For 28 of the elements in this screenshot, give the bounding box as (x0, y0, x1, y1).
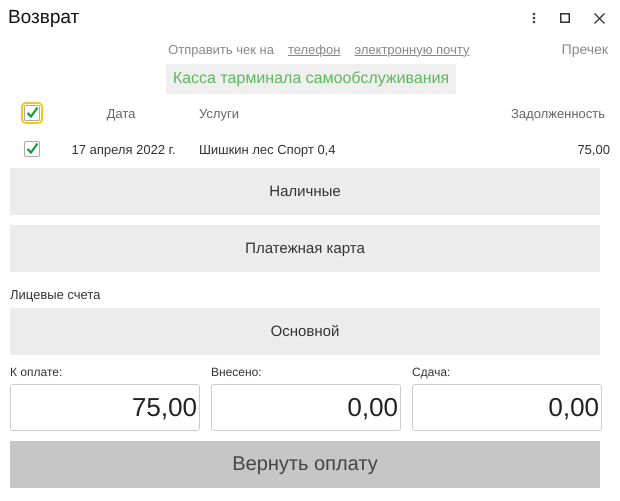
field-label: К оплате: (10, 364, 64, 381)
maximize-icon[interactable] (560, 13, 570, 23)
close-icon[interactable] (594, 12, 605, 24)
row-checkbox[interactable] (24, 141, 40, 157)
amount-field[interactable]: 0,00 (211, 384, 401, 431)
field-label: Сдача: (412, 364, 452, 381)
field-label: Внесено: (211, 364, 263, 381)
column-header: Услуги (198, 106, 240, 120)
payment-button[interactable]: Наличные (10, 168, 600, 215)
window-title: Возврат (8, 7, 80, 29)
more-icon[interactable] (532, 12, 536, 24)
precheck-link[interactable]: Пречек (562, 41, 608, 57)
receipt-link[interactable]: электронную почту (354, 42, 470, 56)
amount-field[interactable]: 0,00 (412, 384, 602, 431)
table-cell-text: 17 апреля 2022 г. (70, 142, 176, 156)
column-header: Задолженность (511, 106, 605, 120)
register-label: Касса тарминала самообслуживания (166, 64, 456, 94)
accounts-label: Лицевые счета (10, 286, 102, 304)
table-cell: 75,00 (577, 142, 610, 156)
column-header: Дата (106, 106, 136, 120)
receipt-link[interactable]: телефон (288, 42, 340, 56)
select-all-checkbox[interactable] (24, 105, 40, 121)
account-button[interactable]: Основной (10, 308, 600, 355)
payment-button[interactable]: Платежная карта (10, 225, 600, 272)
send-receipt-label: Отправить чек на (168, 42, 274, 56)
refund-button[interactable]: Вернуть оплату (10, 441, 600, 488)
amount-field[interactable]: 75,00 (10, 384, 200, 431)
table-cell-text: Шишкин лес Спорт 0,4 (199, 142, 337, 156)
